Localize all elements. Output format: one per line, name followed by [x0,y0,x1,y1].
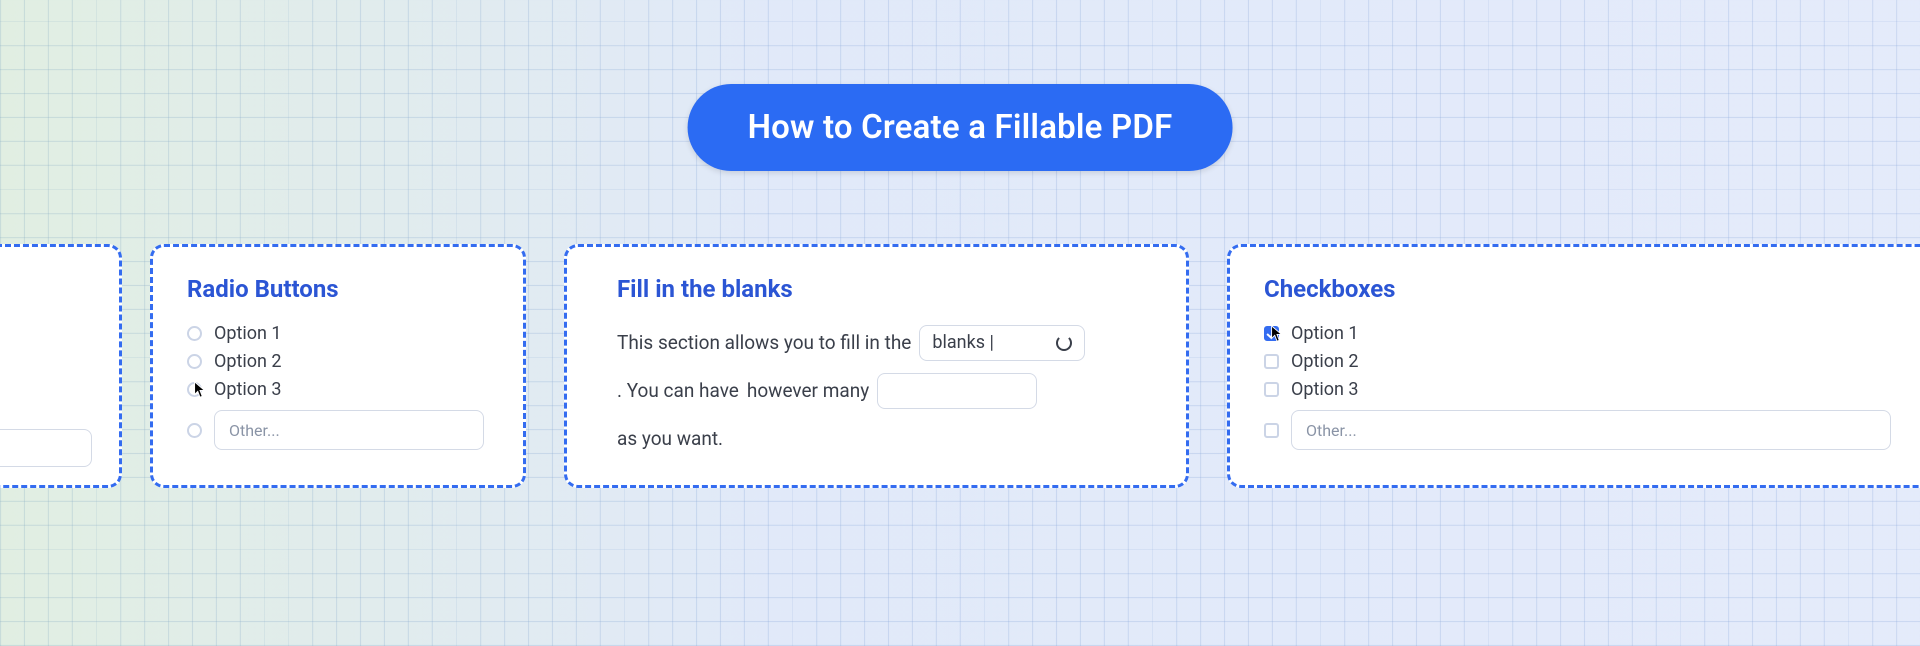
fill-input-1-value: blanks [932,332,985,353]
peek-input[interactable] [0,429,92,467]
card-checkboxes: Checkboxes Option 1 Option 2 Option 3 Ot… [1227,244,1920,488]
fill-body: This section allows you to fill in the b… [617,323,1136,459]
fill-card-title: Fill in the blanks [617,275,1136,303]
radio-card-title: Radio Buttons [187,275,489,303]
card-peek-left [0,244,122,488]
cursor-pointer-icon [1270,325,1284,343]
fill-text: . You can have [617,371,739,411]
fill-input-2[interactable] [877,373,1037,409]
fill-text: This section allows you to fill in the [617,323,911,363]
radio-option-label: Option 1 [214,323,282,344]
check-card-title: Checkboxes [1264,275,1900,303]
checkbox-option-other-row[interactable]: Other... [1264,410,1900,450]
radio-icon [187,326,202,341]
page-title-button[interactable]: How to Create a Fillable PDF [688,84,1233,171]
fill-text: however many [747,371,869,411]
checkbox-option-row[interactable]: Option 1 [1264,323,1900,344]
checkbox-other-input[interactable]: Other... [1291,410,1891,450]
checkbox-option-row[interactable]: Option 3 [1264,379,1900,400]
checkbox-option-row[interactable]: Option 2 [1264,351,1900,372]
radio-option-label: Option 2 [214,351,282,372]
checkbox-icon [1264,382,1279,397]
card-radio-buttons: Radio Buttons Option 1 Option 2 Option 3… [150,244,526,488]
checkbox-other-placeholder: Other... [1306,421,1357,440]
checkbox-icon [1264,354,1279,369]
fill-input-1[interactable]: blanks | [919,325,1085,361]
page-title-label: How to Create a Fillable PDF [748,108,1173,147]
checkbox-option-label: Option 2 [1291,351,1359,372]
card-fill-blanks: Fill in the blanks This section allows y… [564,244,1189,488]
radio-option-row[interactable]: Option 3 [187,379,489,400]
radio-option-row[interactable]: Option 1 [187,323,489,344]
radio-option-label: Option 3 [214,379,282,400]
checkbox-option-label: Option 3 [1291,379,1359,400]
radio-option-other-row[interactable]: Other... [187,410,489,450]
loading-spinner-icon [1056,335,1072,351]
radio-icon [187,354,202,369]
checkbox-option-label: Option 1 [1291,323,1359,344]
radio-other-placeholder: Other... [229,421,280,440]
text-caret-icon: | [985,332,994,353]
cursor-pointer-icon [193,381,207,399]
radio-other-input[interactable]: Other... [214,410,484,450]
checkbox-icon [1264,423,1279,438]
radio-option-row[interactable]: Option 2 [187,351,489,372]
radio-icon [187,423,202,438]
fill-text: as you want. [617,419,723,459]
